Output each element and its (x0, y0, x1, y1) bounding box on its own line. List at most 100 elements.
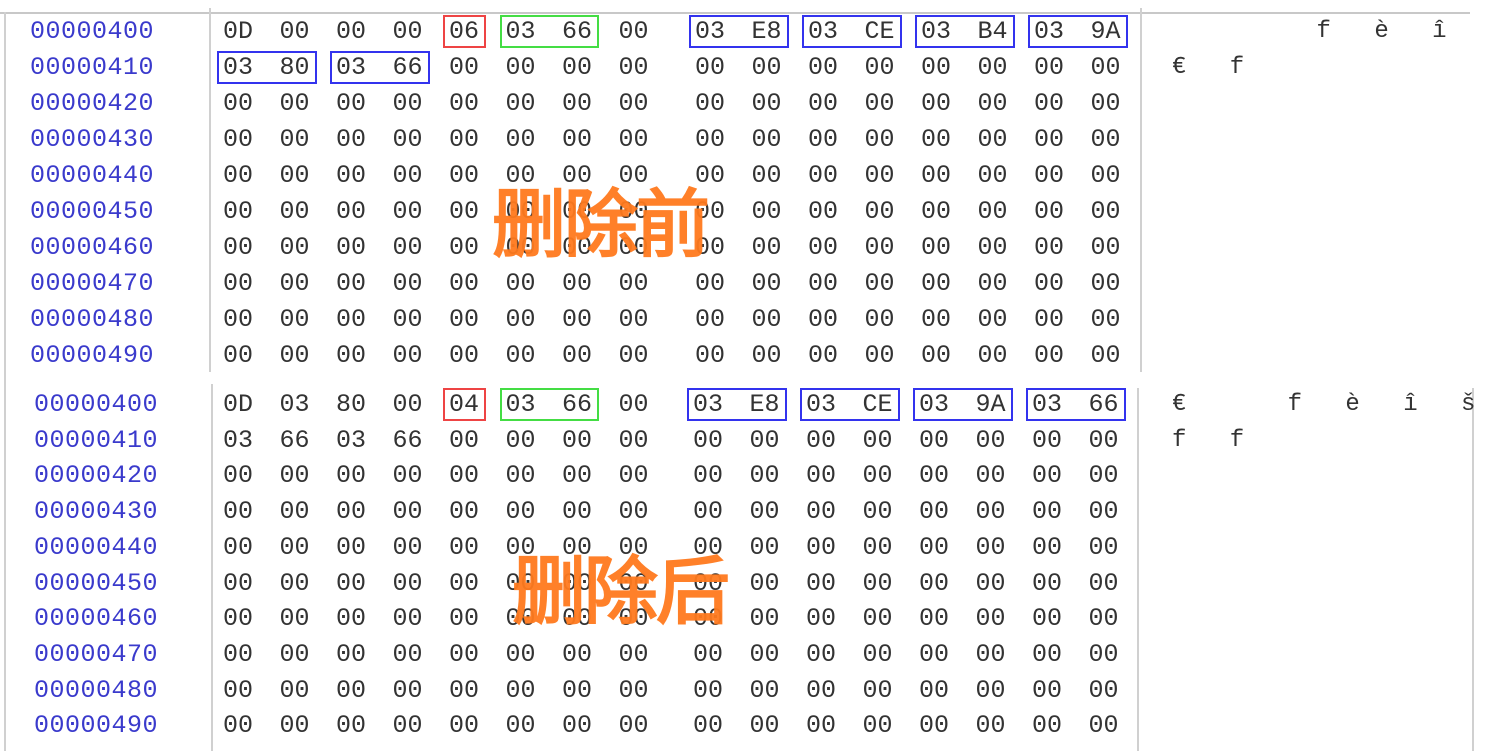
hex-byte[interactable]: 00 (745, 601, 785, 637)
hex-byte[interactable]: 66 (275, 423, 315, 459)
hex-byte[interactable]: 00 (803, 230, 843, 266)
hex-byte[interactable]: 00 (444, 158, 484, 194)
hex-byte[interactable]: 00 (275, 530, 315, 566)
hex-byte[interactable]: 00 (557, 637, 597, 673)
hex-byte[interactable]: 00 (388, 122, 428, 158)
hex-byte[interactable]: 00 (971, 637, 1011, 673)
hex-byte[interactable]: 03 (218, 423, 258, 459)
hex-byte[interactable]: 00 (614, 673, 654, 709)
hex-byte[interactable]: 00 (614, 302, 654, 338)
hex-byte[interactable]: 00 (275, 566, 315, 602)
hex-byte[interactable]: 00 (1027, 458, 1067, 494)
hex-byte[interactable]: 00 (557, 458, 597, 494)
hex-byte[interactable]: 00 (275, 708, 315, 744)
hex-byte[interactable]: 00 (275, 673, 315, 709)
hex-byte[interactable]: 00 (1027, 566, 1067, 602)
hex-byte[interactable]: 00 (860, 338, 900, 374)
hex-byte[interactable]: 00 (444, 530, 484, 566)
hex-byte[interactable]: 00 (914, 530, 954, 566)
hex-byte[interactable]: 00 (914, 673, 954, 709)
hex-byte[interactable]: 00 (803, 86, 843, 122)
hex-byte[interactable]: 00 (388, 387, 428, 423)
hex-byte[interactable]: 00 (1086, 194, 1126, 230)
hex-byte[interactable]: 00 (858, 423, 898, 459)
hex-byte[interactable]: 00 (916, 194, 956, 230)
hex-byte[interactable]: 00 (1086, 338, 1126, 374)
hex-byte[interactable]: 00 (331, 601, 371, 637)
hex-byte[interactable]: 00 (1027, 637, 1067, 673)
hex-byte[interactable]: 00 (218, 158, 258, 194)
hex-byte[interactable]: 00 (501, 708, 541, 744)
hex-byte[interactable]: 00 (275, 458, 315, 494)
hex-byte[interactable]: 00 (745, 494, 785, 530)
hex-byte[interactable]: 00 (914, 458, 954, 494)
hex-byte[interactable]: 00 (916, 122, 956, 158)
hex-byte[interactable]: 00 (803, 302, 843, 338)
hex-byte[interactable]: 00 (557, 423, 597, 459)
hex-byte[interactable]: 00 (557, 673, 597, 709)
hex-byte[interactable]: 00 (331, 637, 371, 673)
hex-byte[interactable]: 00 (916, 50, 956, 86)
hex-byte[interactable]: 00 (218, 86, 258, 122)
hex-byte[interactable]: 00 (745, 530, 785, 566)
hex-byte[interactable]: 00 (747, 266, 787, 302)
hex-byte[interactable]: 00 (444, 266, 484, 302)
hex-byte[interactable]: 00 (1086, 266, 1126, 302)
hex-byte[interactable]: 00 (275, 14, 315, 50)
ascii-text[interactable]: € f (1172, 50, 1259, 86)
hex-byte[interactable]: 00 (745, 423, 785, 459)
hex-byte[interactable]: 00 (801, 637, 841, 673)
hex-byte[interactable]: 00 (1086, 158, 1126, 194)
hex-byte[interactable]: 00 (973, 194, 1013, 230)
ascii-text[interactable]: f è î ´ š (1172, 14, 1485, 50)
hex-byte[interactable]: 00 (747, 158, 787, 194)
hex-byte[interactable]: 00 (690, 86, 730, 122)
hex-byte[interactable]: 00 (803, 158, 843, 194)
hex-byte[interactable]: 00 (1029, 194, 1069, 230)
hex-byte[interactable]: 00 (747, 122, 787, 158)
hex-byte[interactable]: 00 (1029, 230, 1069, 266)
hex-byte[interactable]: 00 (803, 194, 843, 230)
hex-byte[interactable]: 00 (275, 194, 315, 230)
hex-byte[interactable]: 00 (971, 494, 1011, 530)
hex-byte[interactable]: 00 (914, 637, 954, 673)
hex-byte[interactable]: 00 (973, 158, 1013, 194)
hex-byte[interactable]: 00 (1029, 122, 1069, 158)
hex-byte[interactable]: 00 (501, 673, 541, 709)
hex-byte[interactable]: 66 (388, 423, 428, 459)
hex-byte[interactable]: 00 (688, 708, 728, 744)
hex-byte[interactable]: 00 (444, 230, 484, 266)
hex-byte[interactable]: 00 (860, 158, 900, 194)
hex-byte[interactable]: 00 (501, 338, 541, 374)
hex-byte[interactable]: 00 (388, 14, 428, 50)
hex-byte[interactable]: 00 (690, 338, 730, 374)
hex-byte[interactable]: 00 (971, 708, 1011, 744)
hex-byte[interactable]: 00 (1086, 86, 1126, 122)
hex-byte[interactable]: 00 (1027, 530, 1067, 566)
hex-byte[interactable]: 00 (614, 637, 654, 673)
hex-byte[interactable]: 00 (331, 708, 371, 744)
hex-byte[interactable]: 00 (331, 494, 371, 530)
hex-byte[interactable]: 00 (971, 530, 1011, 566)
hex-byte[interactable]: 00 (688, 637, 728, 673)
hex-byte[interactable]: 00 (444, 637, 484, 673)
hex-byte[interactable]: 00 (275, 302, 315, 338)
hex-byte[interactable]: 00 (1027, 673, 1067, 709)
hex-byte[interactable]: 00 (444, 338, 484, 374)
hex-byte[interactable]: 00 (218, 601, 258, 637)
hex-byte[interactable]: 00 (444, 708, 484, 744)
hex-byte[interactable]: 00 (444, 50, 484, 86)
hex-byte[interactable]: 00 (860, 194, 900, 230)
hex-byte[interactable]: 00 (218, 338, 258, 374)
hex-byte[interactable]: 00 (1086, 50, 1126, 86)
hex-byte[interactable]: 00 (557, 494, 597, 530)
hex-byte[interactable]: 00 (860, 266, 900, 302)
hex-byte[interactable]: 00 (218, 194, 258, 230)
hex-byte[interactable]: 00 (501, 494, 541, 530)
hex-byte[interactable]: 00 (801, 423, 841, 459)
ascii-text[interactable]: f f (1172, 423, 1259, 459)
hex-byte[interactable]: 00 (388, 637, 428, 673)
hex-byte[interactable]: 00 (614, 122, 654, 158)
hex-byte[interactable]: 00 (803, 338, 843, 374)
hex-byte[interactable]: 0D (218, 14, 258, 50)
